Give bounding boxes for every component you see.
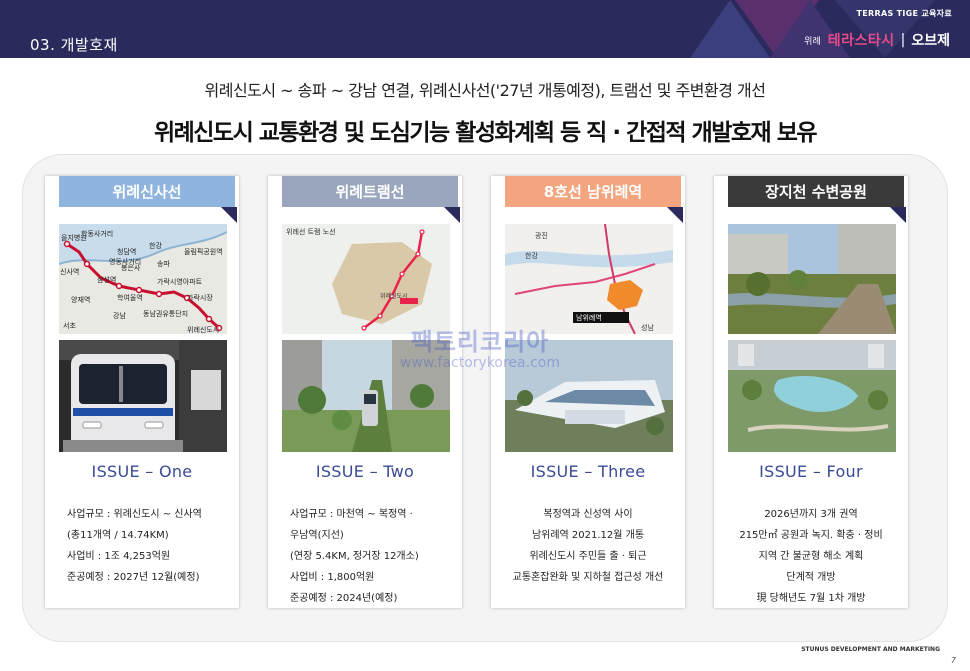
card-details: 사업규모 : 마천역 ~ 복정역 · 우남역(지선) (연장 5.4KM, 정거… <box>290 504 458 609</box>
subway-train-image <box>59 340 227 452</box>
tram-rendering-image <box>282 340 450 452</box>
stream-park-photo <box>728 224 896 334</box>
map-label: 위례신도시 <box>187 325 219 334</box>
map-label: 가락시장 <box>187 293 213 302</box>
tag-fold <box>444 207 460 223</box>
detail-line: 215만㎡ 공원과 녹지. 확충 · 정비 <box>739 530 883 541</box>
issue-title: ISSUE – Two <box>315 462 415 481</box>
map-label: 한강 <box>525 251 538 260</box>
map-label: 강남 <box>113 311 126 320</box>
map-label: 청담역 <box>117 247 136 256</box>
detail-line: 준공예정 : 2027년 12월(예정) <box>67 572 200 583</box>
map-label: 봉은사 <box>121 263 141 272</box>
card-jangjicheon-park: 장지천 수변공원 ISSUE – Four 2026년까지 3개 권역 215만 <box>714 176 908 608</box>
map-label: 올림픽공원역 <box>184 247 223 256</box>
map-label: 학여울역 <box>117 293 143 302</box>
card-namwirye-station: 8호선 남위례역 광진 한강 남위례역 성남 ISSUE – Three 복정역… <box>491 176 685 608</box>
map-label: 송파 <box>157 259 170 268</box>
brand-main-text: 테라스타시 <box>827 33 895 49</box>
card-details: 복정역과 신성역 사이 남위례역 2021.12월 개통 위례신도시 주민들 출… <box>491 504 685 588</box>
detail-line: 단계적 개방 <box>786 572 836 583</box>
map-label: 가락시영아파트 <box>157 277 203 286</box>
map-label: 남위례역 <box>576 313 602 322</box>
tag-fold <box>221 207 237 223</box>
map-label: 신사역 <box>60 267 79 276</box>
issue-title: ISSUE – Three <box>530 462 646 481</box>
headline-title: 위례신도시 교통환경 및 도심기능 활성화계획 등 직 · 간접적 개발호재 보… <box>153 120 818 146</box>
detail-line: 사업비 : 1조 4,253억원 <box>67 551 171 562</box>
brand-separator: | <box>900 32 906 48</box>
brand-small-text: 위례 <box>804 36 821 47</box>
card-tag: 위례트램선 <box>282 176 458 207</box>
issue-title: ISSUE – Four <box>759 462 863 481</box>
brand-sub-text: 오브제 <box>911 33 950 49</box>
station-rendering-image <box>505 340 673 452</box>
detail-line: 사업규모 : 위례신도시 ~ 신사역 <box>67 509 202 520</box>
detail-line: 우남역(지선) <box>290 530 344 541</box>
detail-line: 사업규모 : 마천역 ~ 복정역 · <box>290 509 413 520</box>
route-map-image: 을지병원 학동사거리 청담역 영동사거리 한강 송파 올림픽공원역 신사역 삼성… <box>59 224 227 334</box>
map-label: 학동사거리 <box>81 229 113 238</box>
tram-route-map-image: 위례선 트램 노선 위례신도시 <box>282 224 450 334</box>
card-tag: 위례신사선 <box>59 176 235 207</box>
detail-line: 교통혼잡완화 및 지하철 접근성 개선 <box>512 572 664 583</box>
detail-line: 지역 간 불균형 해소 계획 <box>758 551 864 562</box>
detail-line: (총11개역 / 14.74KM) <box>67 530 169 541</box>
map-label: 한강 <box>149 241 162 250</box>
station-map-image: 광진 한강 남위례역 성남 <box>505 224 673 334</box>
document-label: TERRAS TIGE 교육자료 <box>856 9 952 18</box>
brand-logo: 위례 테라스타시 | 오브제 <box>804 30 950 50</box>
detail-line: 준공예정 : 2024년(예정) <box>290 593 398 604</box>
tag-fold <box>890 207 906 223</box>
tag-fold <box>667 207 683 223</box>
map-label: 위례선 트램 노선 <box>286 227 336 236</box>
footer-label: STUNUS DEVELOPMENT AND MARKETING <box>801 646 940 653</box>
detail-line: 위례신도시 주민들 출 · 퇴근 <box>529 551 647 562</box>
map-label: 삼성역 <box>97 275 116 284</box>
map-label: 성남 <box>641 323 654 332</box>
card-wirye-tram: 위례트램선 위례선 트램 노선 위례신도시 ISSUE – Two 사업규모:… <box>268 176 462 608</box>
detail-line: 복정역과 신성역 사이 <box>543 509 633 520</box>
map-label: 서초 <box>63 321 76 330</box>
map-label: 광진 <box>535 231 548 240</box>
headline-subtitle: 위례신도시 ~ 송파 ~ 강남 연결, 위례신사선('27년 개통예정), 트램… <box>204 81 767 100</box>
card-details: 2026년까지 3개 권역 215만㎡ 공원과 녹지. 확충 · 정비 지역 간… <box>714 504 908 609</box>
detail-line: 2026년까지 3개 권역 <box>764 509 858 520</box>
page-number: 7 <box>950 656 956 665</box>
park-aerial-rendering <box>728 340 896 452</box>
card-tag: 8호선 남위례역 <box>505 176 681 207</box>
map-label: 동남권유통단지 <box>143 309 188 318</box>
header-bar: 03. 개발호재 TERRAS TIGE 교육자료 위례 테라스타시 | 오브제 <box>0 0 970 58</box>
detail-line: 現 당해년도 7월 1차 개방 <box>756 593 866 604</box>
issue-title: ISSUE – One <box>91 462 193 481</box>
section-title: 03. 개발호재 <box>30 36 118 54</box>
detail-line: 사업비 : 1,800억원 <box>290 572 375 583</box>
card-tag: 장지천 수변공원 <box>728 176 904 207</box>
card-wirye-sinsa-line: 위례신사선 을지병원 학동사거리 청담역 영동사거리 한강 송파 올림픽공원역 … <box>45 176 239 608</box>
map-label: 양재역 <box>71 295 90 304</box>
detail-line: 남위례역 2021.12월 개통 <box>531 530 645 541</box>
card-details: 사업규모 : 위례신도시 ~ 신사역 (총11개역 / 14.74KM) 사업비… <box>67 504 235 588</box>
detail-line: (연장 5.4KM, 정거장 12개소) <box>290 551 419 562</box>
